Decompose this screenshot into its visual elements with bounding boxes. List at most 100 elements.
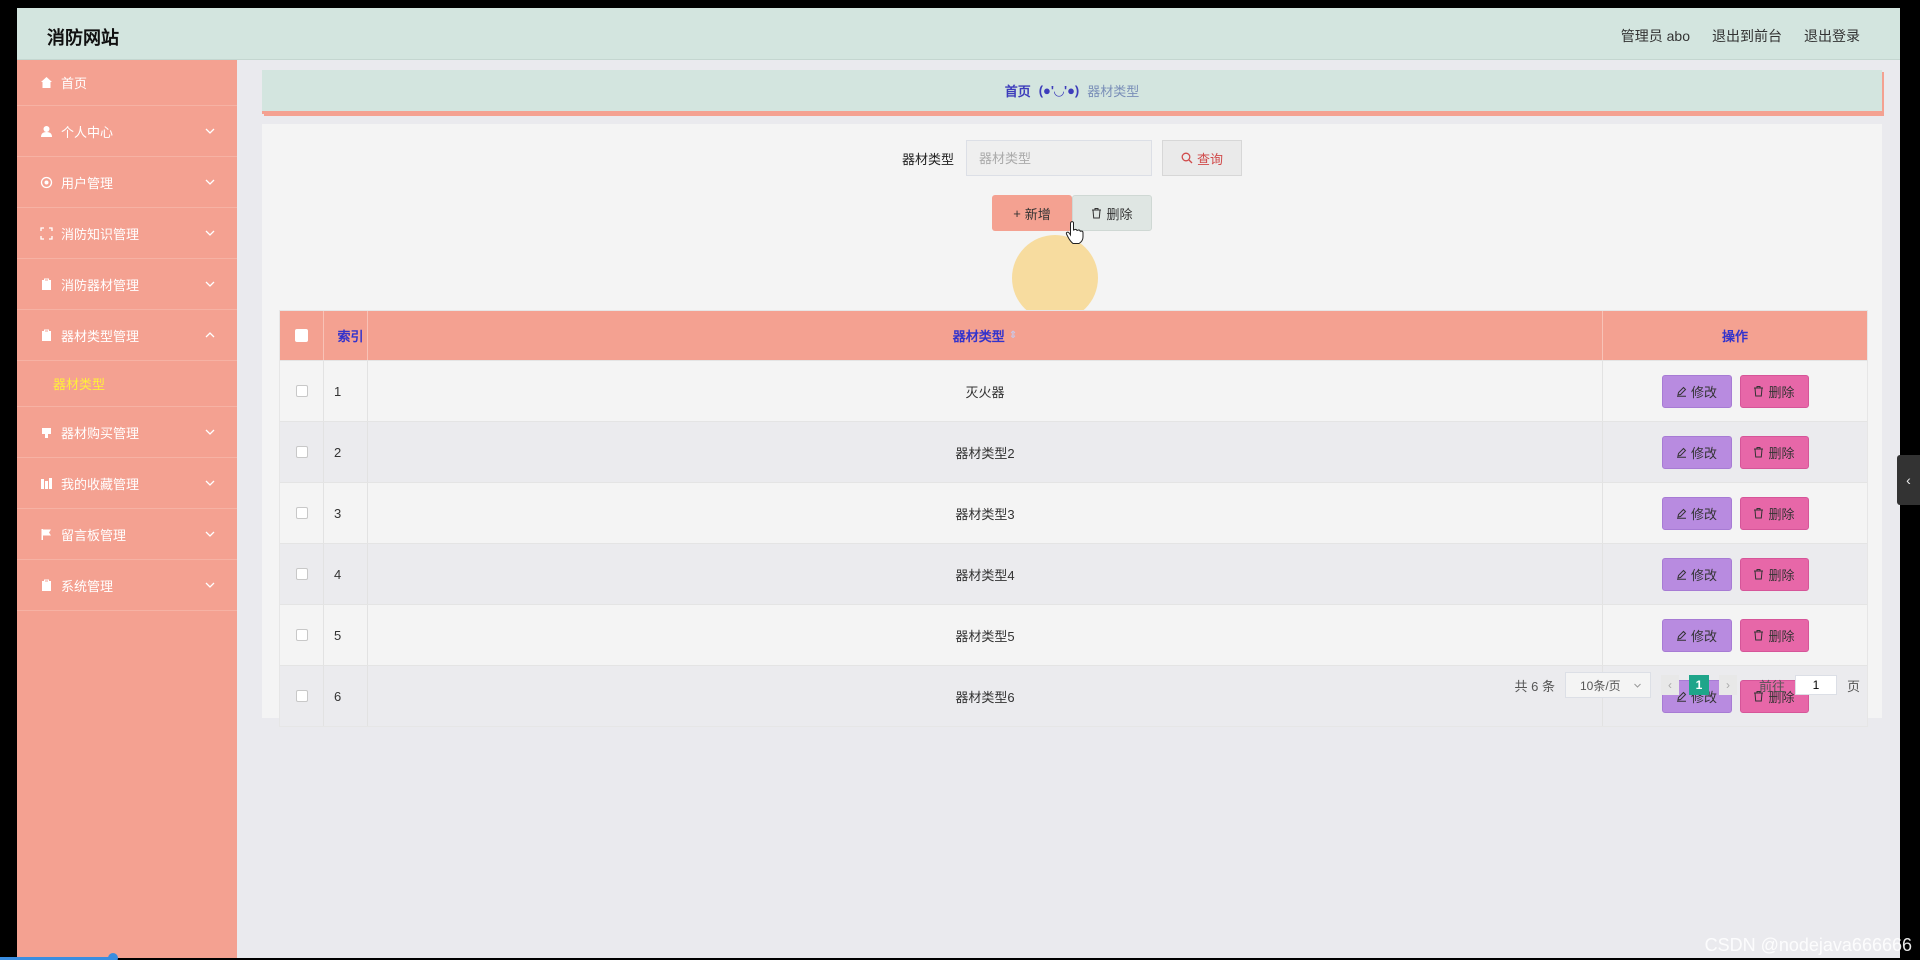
row-index: 3 <box>324 483 368 543</box>
header-ops: 操作 <box>1721 329 1748 344</box>
app-window: 消防网站 管理员 abo 退出到前台 退出登录 首页 个人中心 用户管理 消防知… <box>17 8 1900 958</box>
delete-button[interactable]: 删除 <box>1739 374 1809 408</box>
sidebar-item-home[interactable]: 首页 <box>17 60 237 106</box>
sidebar-item-fire-equipment[interactable]: 消防器材管理 <box>17 259 237 310</box>
search-icon <box>1181 152 1193 164</box>
batch-delete-button[interactable]: 删除 <box>1072 195 1152 231</box>
edit-icon <box>1676 630 1687 641</box>
row-checkbox[interactable] <box>295 446 308 458</box>
edit-button-label: 修改 <box>1690 567 1717 583</box>
sidebar-item-users[interactable]: 用户管理 <box>17 157 237 208</box>
row-index: 2 <box>324 422 368 482</box>
select-all-checkbox[interactable] <box>295 329 308 342</box>
edit-button[interactable]: 修改 <box>1661 496 1732 530</box>
row-checkbox[interactable] <box>295 568 308 580</box>
batch-delete-label: 删除 <box>1106 206 1133 222</box>
plus-icon: + <box>1013 205 1021 221</box>
equipment-type-table: 索引 器材类型 ⇕ 操作 1 灭火器 修改 删除 2 器材类型2 修改 删除 3 器材类型3 修改删… <box>279 310 1868 727</box>
sidebar-item-favorites[interactable]: 我的收藏管理 <box>17 458 237 509</box>
delete-button-label: 删除 <box>1768 628 1795 644</box>
edit-button[interactable]: 修改 <box>1661 557 1732 591</box>
watermark: CSDN @nodejava666666 <box>1704 935 1912 955</box>
delete-button[interactable]: 删除 <box>1739 435 1809 469</box>
table-header: 索引 器材类型 ⇕ 操作 <box>280 311 1867 360</box>
edit-button[interactable]: 修改 <box>1661 374 1732 408</box>
sidebar-item-label: 个人中心 <box>61 124 114 140</box>
chevron-down-icon <box>1634 683 1641 688</box>
main-content: 首页 (●'◡'●) 器材类型 器材类型 查询 + 新增 <box>237 60 1900 958</box>
top-header: 消防网站 管理员 abo 退出到前台 退出登录 <box>17 8 1900 60</box>
user-icon <box>39 124 53 138</box>
header-actions: 管理员 abo 退出到前台 退出登录 <box>1621 26 1860 46</box>
sort-icon[interactable]: ⇕ <box>1009 330 1017 341</box>
side-panel-toggle[interactable]: ‹ <box>1897 455 1920 505</box>
edit-icon <box>1676 447 1687 458</box>
row-index: 6 <box>324 666 368 726</box>
header-type-cell[interactable]: 器材类型 ⇕ <box>368 311 1603 360</box>
sidebar-item-label: 消防器材管理 <box>61 277 140 293</box>
row-select-cell <box>280 422 324 482</box>
sidebar-item-messages[interactable]: 留言板管理 <box>17 509 237 560</box>
edit-button[interactable]: 修改 <box>1661 435 1732 469</box>
admin-user-label[interactable]: 管理员 abo <box>1621 26 1690 46</box>
sidebar-item-equipment-purchase[interactable]: 器材购买管理 <box>17 407 237 458</box>
delete-button[interactable]: 删除 <box>1739 618 1809 652</box>
row-checkbox[interactable] <box>295 385 308 397</box>
breadcrumb-current: 器材类型 <box>1087 84 1140 99</box>
row-actions: 修改 删除 <box>1603 605 1867 665</box>
pagination-total: 共 6 条 <box>1514 678 1555 694</box>
goto-page-input[interactable] <box>1794 675 1837 695</box>
sidebar-item-fire-knowledge[interactable]: 消防知识管理 <box>17 208 237 259</box>
page-size-select[interactable]: 10条/页 <box>1564 672 1651 698</box>
query-button[interactable]: 查询 <box>1162 140 1242 176</box>
clipboard-icon <box>39 277 53 291</box>
chevron-down-icon <box>205 480 215 486</box>
page-unit-label: 页 <box>1846 678 1860 694</box>
sidebar-subitem-equipment-type[interactable]: 器材类型 <box>17 361 237 407</box>
action-bar: + 新增 删除 <box>262 195 1882 231</box>
books-icon <box>39 476 53 490</box>
add-button[interactable]: + 新增 <box>992 195 1072 231</box>
row-actions: 修改 删除 <box>1603 544 1867 604</box>
goto-front-link[interactable]: 退出到前台 <box>1712 26 1782 46</box>
breadcrumb: 首页 (●'◡'●) 器材类型 <box>262 70 1882 114</box>
prev-page-button[interactable]: ‹ <box>1660 675 1679 695</box>
sidebar-item-equipment-type[interactable]: 器材类型管理 <box>17 310 237 361</box>
row-select-cell <box>280 361 324 421</box>
table-row: 1 灭火器 修改 删除 <box>280 360 1867 421</box>
row-checkbox[interactable] <box>295 690 308 702</box>
row-index: 5 <box>324 605 368 665</box>
sidebar-item-personal[interactable]: 个人中心 <box>17 106 237 157</box>
row-select-cell <box>280 666 324 726</box>
sidebar-item-label: 留言板管理 <box>61 527 127 543</box>
delete-button[interactable]: 删除 <box>1739 557 1809 591</box>
logout-link[interactable]: 退出登录 <box>1804 26 1860 46</box>
sidebar-item-label: 系统管理 <box>61 578 114 594</box>
row-checkbox[interactable] <box>295 507 308 519</box>
delete-button-label: 删除 <box>1768 445 1795 461</box>
goto-label: 前往 <box>1758 678 1785 694</box>
delete-button-label: 删除 <box>1768 506 1795 522</box>
home-icon <box>39 76 53 90</box>
page-number-button[interactable]: 1 <box>1688 675 1709 695</box>
table-row: 2 器材类型2 修改 删除 <box>280 421 1867 482</box>
edit-button[interactable]: 修改 <box>1661 618 1732 652</box>
row-checkbox[interactable] <box>295 629 308 641</box>
next-page-button[interactable]: › <box>1718 675 1737 695</box>
page-size-value: 10条/页 <box>1579 678 1621 693</box>
sidebar-item-system[interactable]: 系统管理 <box>17 560 237 611</box>
search-input[interactable] <box>966 140 1152 176</box>
settings-icon <box>39 175 53 189</box>
video-progress-handle[interactable] <box>108 953 118 960</box>
select-all-cell <box>280 311 324 360</box>
edit-button-label: 修改 <box>1690 628 1717 644</box>
add-button-label: 新增 <box>1024 206 1051 222</box>
row-actions: 修改 删除 <box>1603 361 1867 421</box>
cursor-highlight <box>1012 235 1098 321</box>
delete-button[interactable]: 删除 <box>1739 496 1809 530</box>
edit-icon <box>1676 508 1687 519</box>
breadcrumb-home[interactable]: 首页 <box>1005 81 1031 100</box>
row-select-cell <box>280 483 324 543</box>
sidebar-item-label: 首页 <box>61 76 88 91</box>
header-type: 器材类型 <box>952 329 1005 344</box>
